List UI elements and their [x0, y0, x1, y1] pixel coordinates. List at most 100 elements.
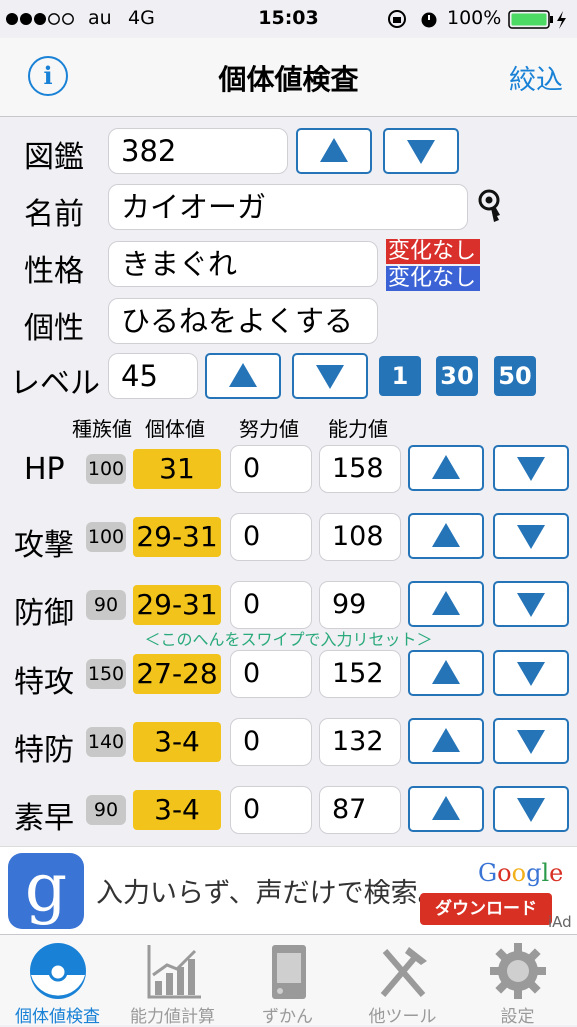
triangle-down-icon	[517, 593, 545, 617]
triangle-down-icon	[407, 140, 435, 164]
pokemon-name-input[interactable]: カイオーガ	[108, 184, 468, 230]
stat-down-button[interactable]	[493, 786, 569, 832]
iv-result: 31	[133, 449, 221, 489]
google-logo: Google	[478, 859, 564, 887]
nature-decreased-stat: 変化なし	[386, 266, 480, 291]
dex-number-input[interactable]: 382	[108, 128, 288, 174]
battery-percent: 100%	[447, 7, 502, 29]
iv-result: 3-4	[133, 722, 221, 762]
stat-up-button[interactable]	[408, 445, 484, 491]
triangle-down-icon	[517, 457, 545, 481]
triangle-up-icon	[432, 591, 460, 615]
stat-down-button[interactable]	[493, 718, 569, 764]
search-icon[interactable]	[476, 188, 506, 226]
triangle-up-icon	[432, 796, 460, 820]
nature-increased-stat: 変化なし	[386, 239, 480, 264]
ad-download-button[interactable]: ダウンロード	[420, 893, 552, 925]
tab-iv-check[interactable]: 個体値検査	[0, 935, 115, 1027]
nature-label: 性格	[24, 254, 84, 289]
ev-input[interactable]: 0	[230, 513, 312, 561]
stat-up-button[interactable]	[408, 786, 484, 832]
tab-bar: 個体値検査 能力値計算 ずかん 他ツール 設定	[0, 934, 577, 1027]
level-label: レベル	[10, 366, 100, 401]
base-stat-badge: 90	[86, 590, 126, 620]
pokeball-icon	[30, 943, 86, 999]
ev-input[interactable]: 0	[230, 445, 312, 493]
ev-input[interactable]: 0	[230, 718, 312, 766]
tab-other-tools[interactable]: 他ツール	[345, 935, 460, 1027]
triangle-up-icon	[432, 455, 460, 479]
ev-input[interactable]: 0	[230, 786, 312, 834]
ev-input[interactable]: 0	[230, 581, 312, 629]
level-input[interactable]: 45	[108, 353, 198, 399]
triangle-up-icon	[320, 138, 348, 162]
level-down-button[interactable]	[292, 353, 368, 399]
stat-down-button[interactable]	[493, 513, 569, 559]
ad-text: 入力いらず、声だけで検索。	[96, 878, 445, 909]
tab-label: 他ツール	[368, 1007, 437, 1027]
page-title: 個体値検査	[218, 63, 359, 96]
stat-value-input[interactable]: 152	[319, 650, 401, 698]
stat-down-button[interactable]	[493, 445, 569, 491]
base-stat-badge: 140	[86, 727, 126, 757]
google-app-icon: g	[8, 853, 84, 929]
stat-down-button[interactable]	[493, 650, 569, 696]
navigation-bar: i 個体値検査 絞込	[0, 38, 577, 117]
tab-pokedex[interactable]: ずかん	[230, 935, 345, 1027]
base-stat-header: 種族値	[72, 417, 132, 441]
triangle-down-icon	[517, 525, 545, 549]
battery-icon	[508, 10, 566, 29]
stat-down-button[interactable]	[493, 581, 569, 627]
dex-down-button[interactable]	[383, 128, 459, 174]
tools-icon	[380, 947, 427, 997]
stat-name: 特攻	[14, 665, 74, 700]
ev-input[interactable]: 0	[230, 650, 312, 698]
tab-stat-calc[interactable]: 能力値計算	[115, 935, 230, 1027]
status-bar: au 4G 15:03 100%	[0, 0, 577, 38]
triangle-up-icon	[432, 728, 460, 752]
tab-settings[interactable]: 設定	[460, 935, 575, 1027]
triangle-up-icon	[229, 363, 257, 387]
stat-up-button[interactable]	[408, 581, 484, 627]
stat-name: 素早	[14, 801, 74, 836]
tab-label: 設定	[500, 1007, 535, 1027]
stat-value-input[interactable]: 87	[319, 786, 401, 834]
triangle-down-icon	[517, 798, 545, 822]
gear-icon	[490, 943, 546, 999]
stat-value-input[interactable]: 158	[319, 445, 401, 493]
stat-up-button[interactable]	[408, 718, 484, 764]
stat-name: HP	[24, 452, 65, 487]
tab-label: ずかん	[262, 1007, 313, 1027]
filter-button[interactable]: 絞込	[509, 58, 563, 97]
stat-value-header: 能力値	[328, 417, 388, 441]
nature-input[interactable]: きまぐれ	[108, 241, 378, 287]
level-preset-1-button[interactable]: 1	[379, 356, 421, 396]
base-stat-badge: 100	[86, 522, 126, 552]
stat-name: 特防	[14, 733, 74, 768]
stat-up-button[interactable]	[408, 513, 484, 559]
level-up-button[interactable]	[205, 353, 281, 399]
level-preset-50-button[interactable]: 50	[494, 356, 536, 396]
level-preset-30-button[interactable]: 30	[436, 356, 478, 396]
swipe-reset-hint: ＜このへんをスワイプで入力リセット＞	[144, 630, 433, 649]
alarm-icon	[421, 12, 437, 28]
stat-value-input[interactable]: 99	[319, 581, 401, 629]
characteristic-input[interactable]: ひるねをよくする	[108, 298, 378, 344]
base-stat-badge: 150	[86, 659, 126, 689]
characteristic-label: 個性	[24, 311, 84, 346]
dex-label: 図鑑	[24, 140, 84, 175]
ad-banner[interactable]: g 入力いらず、声だけで検索。 Google ダウンロード iAd	[0, 846, 577, 935]
tab-label: 個体値検査	[15, 1007, 100, 1027]
stat-up-button[interactable]	[408, 650, 484, 696]
iv-result: 29-31	[133, 517, 221, 557]
triangle-up-icon	[432, 660, 460, 684]
rotation-lock-icon	[388, 10, 406, 28]
pokedex-icon	[272, 945, 306, 999]
tab-label: 能力値計算	[130, 1007, 215, 1027]
stat-value-input[interactable]: 108	[319, 513, 401, 561]
iv-result: 29-31	[133, 585, 221, 625]
stat-name: 攻撃	[14, 528, 74, 563]
stat-value-input[interactable]: 132	[319, 718, 401, 766]
dex-up-button[interactable]	[296, 128, 372, 174]
ev-header: 努力値	[239, 417, 299, 441]
